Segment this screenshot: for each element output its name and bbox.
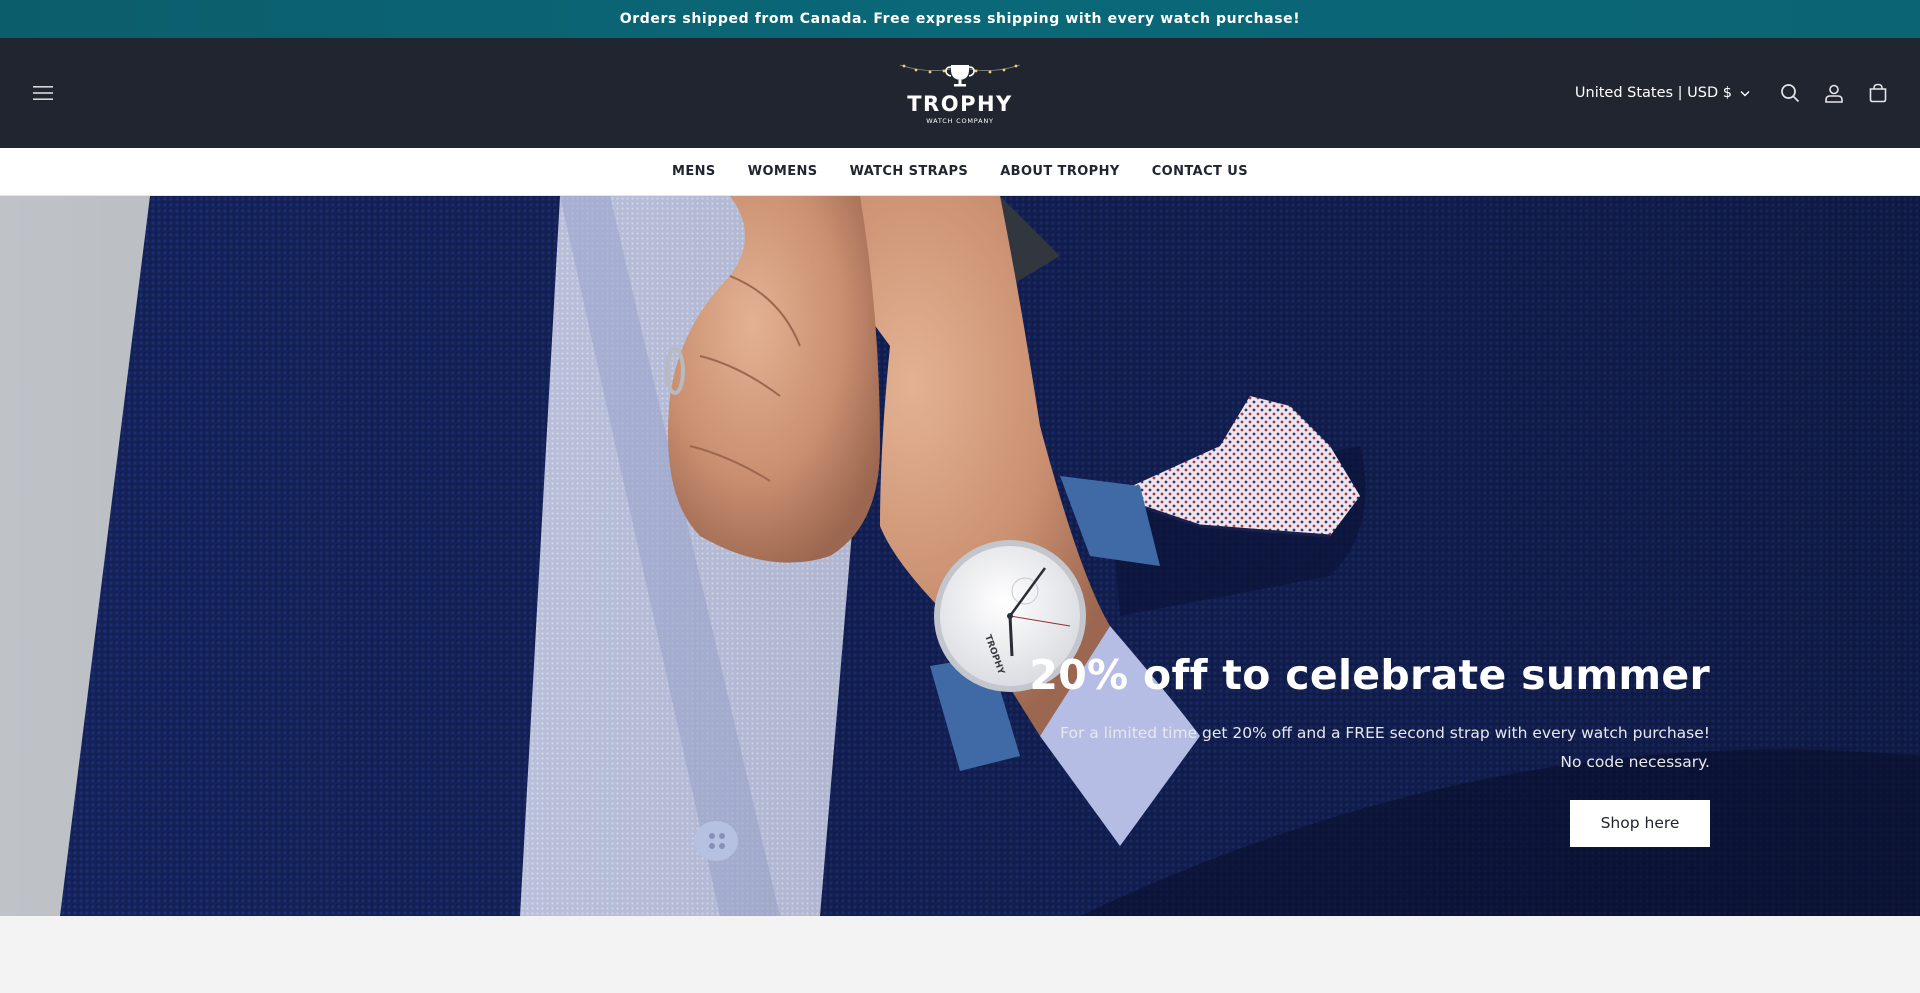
- search-icon[interactable]: [1778, 81, 1802, 105]
- hero-subtitle-line2: No code necessary.: [1560, 753, 1710, 771]
- hero-content: 20% off to celebrate summer For a limite…: [1029, 651, 1710, 847]
- shop-here-button[interactable]: Shop here: [1570, 800, 1710, 847]
- nav-item-mens[interactable]: MENS: [672, 164, 716, 179]
- main-navigation: MENS WOMENS WATCH STRAPS ABOUT TROPHY CO…: [0, 148, 1920, 196]
- announcement-bar: Orders shipped from Canada. Free express…: [0, 0, 1920, 38]
- localization-label: United States | USD $: [1574, 85, 1732, 101]
- nav-item-contact-us[interactable]: CONTACT US: [1152, 164, 1248, 179]
- menu-icon[interactable]: [30, 80, 56, 106]
- nav-item-watch-straps[interactable]: WATCH STRAPS: [850, 164, 969, 179]
- nav-item-about-trophy[interactable]: ABOUT TROPHY: [1000, 164, 1120, 179]
- nav-item-womens[interactable]: WOMENS: [748, 164, 818, 179]
- hero-banner: TROPHY 20% off to celebrate summer For a…: [0, 196, 1920, 916]
- announcement-text: Orders shipped from Canada. Free express…: [619, 11, 1301, 27]
- logo-subtext: WATCH COMPANY: [926, 117, 994, 125]
- country-currency-selector[interactable]: United States | USD $: [1575, 85, 1750, 101]
- chevron-down-icon: [1740, 90, 1750, 96]
- cart-icon[interactable]: [1866, 81, 1890, 105]
- hero-title: 20% off to celebrate summer: [1029, 651, 1710, 699]
- hero-subtitle-line1: For a limited time get 20% off and a FRE…: [1060, 724, 1710, 742]
- header-actions: United States | USD $: [1575, 81, 1890, 105]
- logo-text: TROPHY: [907, 92, 1013, 116]
- below-hero-section: [0, 916, 1920, 993]
- logo[interactable]: TROPHY WATCH COMPANY: [890, 53, 1030, 133]
- site-header: TROPHY WATCH COMPANY United States | USD…: [0, 38, 1920, 148]
- trophy-icon: [945, 65, 975, 87]
- account-icon[interactable]: [1822, 81, 1846, 105]
